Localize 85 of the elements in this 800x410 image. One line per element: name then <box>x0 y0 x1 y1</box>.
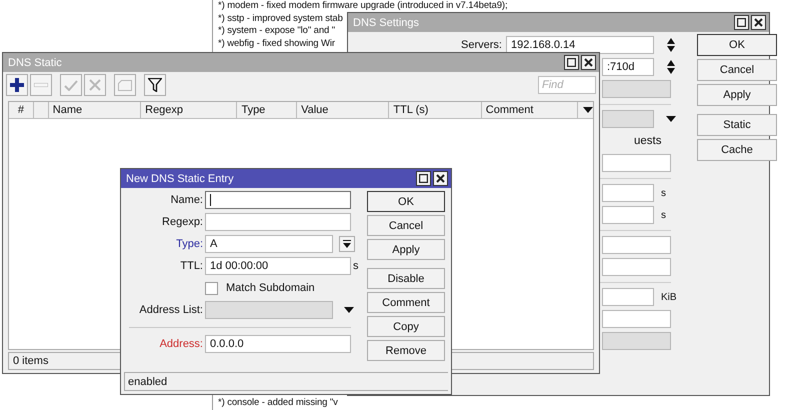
field-label: Type: <box>175 238 203 250</box>
dropdown-field[interactable] <box>602 110 654 128</box>
dialog-button[interactable]: Comment <box>367 292 445 313</box>
checkbox[interactable] <box>205 282 218 294</box>
toolbar-button[interactable] <box>6 74 28 96</box>
input-field[interactable] <box>602 206 654 224</box>
changelog-line: *) sstp - improved system stab <box>218 12 343 25</box>
select-field[interactable]: A <box>205 235 333 253</box>
input-field[interactable]: 0.0.0.0 <box>205 335 351 353</box>
close-icon <box>584 58 593 67</box>
window-title: DNS Static <box>8 56 63 68</box>
minus-icon <box>34 83 48 87</box>
dialog-button[interactable]: Remove <box>367 340 445 361</box>
checkbox-label: uests <box>633 135 662 147</box>
input-field[interactable] <box>602 288 654 306</box>
input-field[interactable]: 192.168.0.14 <box>506 36 654 54</box>
dropdown-arrow-icon[interactable] <box>666 116 676 122</box>
unit-label: s <box>353 260 360 272</box>
changelog-line: *) webfig - fixed showing Wir <box>218 38 335 50</box>
unit-label: KiB <box>661 292 678 302</box>
input-field[interactable] <box>602 236 671 254</box>
maximize-icon <box>419 174 428 183</box>
dialog-button[interactable]: Cancel <box>697 59 777 81</box>
checkbox-label: Match Subdomain <box>226 282 315 294</box>
field-label: Regexp: <box>161 216 203 228</box>
dialog-button[interactable]: Apply <box>367 239 445 260</box>
dialog-button[interactable]: Apply <box>697 84 777 106</box>
select-button[interactable] <box>339 236 355 252</box>
input-field[interactable] <box>602 184 654 202</box>
input-field[interactable]: :710d <box>602 58 654 76</box>
spin-arrows-icon[interactable] <box>666 37 676 53</box>
field-label: Address List: <box>138 304 203 316</box>
close-icon <box>436 174 445 183</box>
close-button[interactable] <box>751 15 766 30</box>
column-header[interactable]: # <box>9 102 34 118</box>
dialog-button[interactable]: OK <box>697 34 777 56</box>
column-header[interactable]: Value <box>297 102 390 118</box>
maximize-button[interactable] <box>564 55 579 70</box>
changelog-line: *) console - added missing "v <box>218 396 339 409</box>
close-icon <box>754 18 763 27</box>
column-header[interactable]: Regexp <box>141 102 238 118</box>
dropdown-arrow-icon <box>343 240 351 248</box>
dialog-button[interactable]: Cancel <box>367 215 445 236</box>
close-button[interactable] <box>433 171 448 186</box>
toolbar-button[interactable] <box>144 74 166 96</box>
checkmark-icon <box>64 80 78 90</box>
column-header[interactable]: Type <box>237 102 298 118</box>
dialog-button[interactable]: Static <box>697 114 777 136</box>
plus-icon <box>10 78 24 92</box>
dropdown-arrow-icon[interactable] <box>344 307 354 313</box>
field-label: Name: <box>170 194 203 206</box>
maximize-button[interactable] <box>416 171 431 186</box>
column-header[interactable]: Name <box>48 102 142 118</box>
dialog-button[interactable]: Disable <box>367 268 445 289</box>
spin-arrows-icon[interactable] <box>666 59 676 75</box>
note-icon <box>118 80 132 90</box>
search-field[interactable]: Find <box>538 76 596 94</box>
input-field[interactable] <box>205 191 351 209</box>
window-title: New DNS Static Entry <box>126 172 235 184</box>
status-bar: enabled <box>124 372 448 391</box>
filter-icon <box>148 78 162 92</box>
column-header[interactable]: TTL (s) <box>389 102 482 118</box>
maximize-button[interactable] <box>734 15 749 30</box>
maximize-icon <box>737 18 746 27</box>
changelog-line: *) modem - fixed modem firmware upgrade (introduced in v7.14beta9); <box>218 0 508 12</box>
field-label: Address: <box>158 338 203 350</box>
column-header[interactable]: Comment <box>482 102 578 118</box>
input-field[interactable] <box>602 154 671 172</box>
unit-label: s <box>661 210 667 220</box>
column-menu-icon[interactable] <box>583 107 594 113</box>
changelog-line: *) system - expose "lo" and " <box>218 25 336 38</box>
dialog-button[interactable]: Copy <box>367 316 445 337</box>
field-label: TTL: <box>179 260 203 272</box>
field-label: Servers: <box>460 39 502 51</box>
input-field[interactable] <box>205 213 351 231</box>
dialog-button[interactable]: Cache <box>697 139 777 161</box>
close-button[interactable] <box>581 55 596 70</box>
window-title: DNS Settings <box>353 16 420 28</box>
input-field[interactable]: 1d 00:00:00 <box>205 257 351 275</box>
unit-label: s <box>661 188 667 198</box>
dialog-button[interactable]: OK <box>367 191 445 212</box>
input-field[interactable] <box>602 258 671 276</box>
input-field[interactable] <box>602 310 671 328</box>
x-icon <box>89 79 101 91</box>
maximize-icon <box>567 58 576 67</box>
